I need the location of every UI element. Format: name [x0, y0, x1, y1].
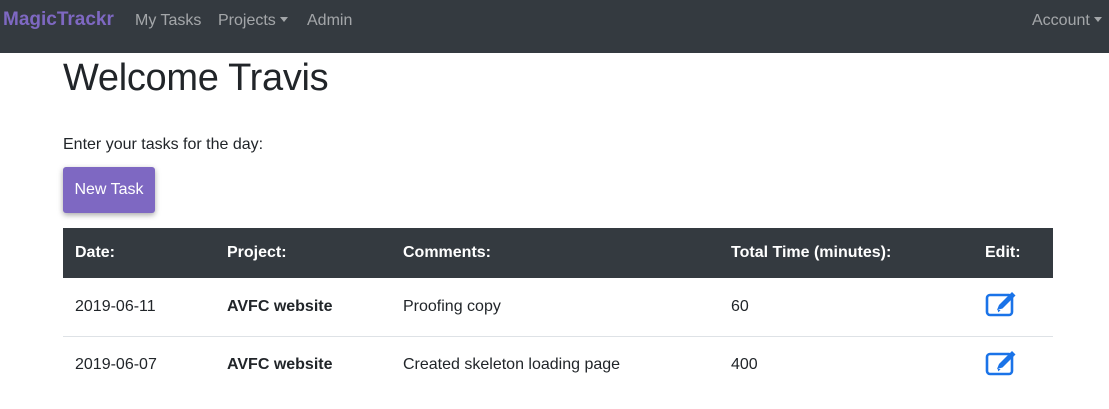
cell-project: AVFC website [227, 356, 333, 374]
nav-projects-dropdown[interactable]: Projects [218, 12, 288, 30]
table-row: 2019-06-07 AVFC website Created skeleton… [63, 336, 1053, 394]
nav-projects-label: Projects [218, 12, 276, 29]
chevron-down-icon [279, 17, 288, 22]
new-task-button[interactable]: New Task [63, 167, 155, 213]
nav-account-label: Account [1032, 12, 1090, 29]
top-navbar: MagicTrackr My Tasks Projects Admin Acco… [0, 0, 1109, 53]
cell-edit [973, 278, 1053, 337]
table-body: 2019-06-11 AVFC website Proofing copy 60… [63, 278, 1053, 394]
cell-total-time: 60 [719, 278, 973, 337]
edit-icon[interactable] [985, 349, 1019, 377]
header-date: Date: [63, 228, 215, 278]
cell-date: 2019-06-07 [75, 356, 157, 374]
nav-account-dropdown[interactable]: Account [1032, 12, 1102, 30]
cell-comments: Proofing copy [391, 278, 719, 337]
table-header: Date: Project: Comments: Total Time (min… [63, 228, 1053, 278]
edit-icon[interactable] [985, 290, 1019, 318]
table-header-row: Date: Project: Comments: Total Time (min… [63, 228, 1053, 278]
table-row: 2019-06-11 AVFC website Proofing copy 60 [63, 278, 1053, 337]
header-total-time: Total Time (minutes): [719, 228, 973, 278]
cell-edit [973, 336, 1053, 394]
header-comments: Comments: [391, 228, 719, 278]
cell-project: AVFC website [215, 278, 391, 337]
intro-text: Enter your tasks for the day: [63, 136, 264, 153]
nav-my-tasks[interactable]: My Tasks [135, 12, 201, 30]
tasks-table: Date: Project: Comments: Total Time (min… [63, 228, 1053, 394]
header-edit: Edit: [973, 228, 1053, 278]
cell-date: 2019-06-11 [63, 278, 215, 337]
chevron-down-icon [1093, 17, 1102, 22]
page-title: Welcome Travis [63, 57, 329, 99]
nav-admin[interactable]: Admin [307, 12, 352, 30]
brand-logo-link[interactable]: MagicTrackr [3, 9, 114, 31]
cell-comments: Created skeleton loading page [403, 356, 621, 374]
header-project: Project: [215, 228, 391, 278]
cell-total-time: 400 [731, 356, 758, 374]
